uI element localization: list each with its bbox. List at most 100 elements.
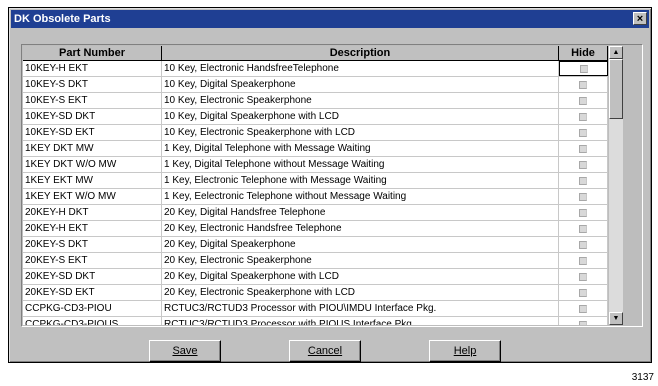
table-row[interactable]: 1KEY DKT MW 1 Key, Digital Telephone with… (23, 141, 608, 157)
table-row[interactable]: 10KEY-SD DKT 10 Key, Digital Speakerphone… (23, 109, 608, 125)
part-number-cell: 1KEY DKT W/O MW (23, 157, 162, 172)
table-row[interactable]: 10KEY-SD EKT 10 Key, Electronic Speakerph… (23, 125, 608, 141)
hide-checkbox[interactable] (579, 144, 587, 153)
table-row[interactable]: 10KEY-S DKT 10 Key, Digital Speakerphone (23, 77, 608, 93)
description-cell: 20 Key, Electronic Handsfree Telephone (162, 221, 559, 236)
table-row[interactable]: 20KEY-S EKT 20 Key, Electronic Speakerpho… (23, 253, 608, 269)
hide-checkbox[interactable] (579, 256, 587, 265)
hide-checkbox[interactable] (579, 320, 587, 325)
hide-cell (559, 269, 608, 284)
column-header-part-number[interactable]: Part Number (23, 46, 162, 60)
parts-grid-frame: Part Number Description Hide 10KEY-H EKT… (21, 44, 643, 327)
hide-cell (559, 141, 608, 156)
hide-checkbox[interactable] (579, 176, 587, 185)
hide-cell (559, 221, 608, 236)
part-number-cell: CCPKG-CD3-PIOU (23, 301, 162, 316)
hide-checkbox[interactable] (579, 80, 587, 89)
table-row[interactable]: 1KEY DKT W/O MW 1 Key, Digital Telephone … (23, 157, 608, 173)
hide-checkbox[interactable] (579, 224, 587, 233)
part-number-cell: 20KEY-H EKT (23, 221, 162, 236)
part-number-cell: 1KEY EKT W/O MW (23, 189, 162, 204)
description-cell: 10 Key, Electronic Speakerphone with LCD (162, 125, 559, 140)
table-row[interactable]: 10KEY-S EKT 10 Key, Electronic Speakerpho… (23, 93, 608, 109)
table-row[interactable]: CCPKG-CD3-PIOU RCTUC3/RCTUD3 Processor wi… (23, 301, 608, 317)
hide-cell (559, 109, 608, 124)
description-cell: 10 Key, Electronic Speakerphone (162, 93, 559, 108)
part-number-cell: 1KEY EKT MW (23, 173, 162, 188)
part-number-cell: 20KEY-H DKT (23, 205, 162, 220)
part-number-cell: CCPKG-CD3-PIOUS (23, 317, 162, 325)
window-title: DK Obsolete Parts (14, 13, 111, 25)
save-button[interactable]: Save (149, 340, 221, 362)
description-cell: 20 Key, Digital Speakerphone (162, 237, 559, 252)
dk-obsolete-parts-dialog: DK Obsolete Parts × Part Number Descript… (8, 7, 652, 363)
hide-checkbox[interactable] (579, 96, 587, 105)
part-number-cell: 10KEY-SD DKT (23, 109, 162, 124)
table-row[interactable]: 1KEY EKT MW 1 Key, Electronic Telephone w… (23, 173, 608, 189)
column-header-hide[interactable]: Hide (559, 46, 608, 60)
description-cell: 10 Key, Digital Speakerphone with LCD (162, 109, 559, 124)
table-row[interactable]: 20KEY-SD EKT 20 Key, Electronic Speakerph… (23, 285, 608, 301)
hide-cell (559, 93, 608, 108)
vertical-scrollbar[interactable]: ▲ ▼ (609, 46, 623, 325)
table-row[interactable]: 20KEY-H DKT 20 Key, Digital Handsfree Tel… (23, 205, 608, 221)
part-number-cell: 10KEY-S EKT (23, 93, 162, 108)
hide-cell (559, 285, 608, 300)
part-number-cell: 20KEY-S EKT (23, 253, 162, 268)
part-number-cell: 20KEY-SD EKT (23, 285, 162, 300)
hide-cell (559, 173, 608, 188)
help-button-label: Help (453, 345, 477, 357)
hide-cell (559, 205, 608, 220)
table-row[interactable]: 20KEY-SD DKT 20 Key, Digital Speakerphone… (23, 269, 608, 285)
hide-checkbox[interactable] (579, 128, 587, 137)
part-number-cell: 10KEY-S DKT (23, 77, 162, 92)
hide-cell (559, 125, 608, 140)
save-button-label: Save (172, 345, 198, 357)
hide-checkbox[interactable] (579, 192, 587, 201)
grid-body: 10KEY-H EKT 10 Key, Electronic HandsfreeT… (23, 61, 608, 325)
hide-cell (559, 317, 608, 325)
description-cell: 1 Key, Digital Telephone with Message Wa… (162, 141, 559, 156)
hide-checkbox[interactable] (579, 304, 587, 313)
table-row[interactable]: 10KEY-H EKT 10 Key, Electronic HandsfreeT… (23, 61, 608, 77)
figure-number: 3137 (631, 372, 654, 383)
hide-checkbox[interactable] (579, 64, 588, 73)
description-cell: 10 Key, Digital Speakerphone (162, 77, 559, 92)
scroll-down-icon[interactable]: ▼ (609, 312, 623, 325)
description-cell: 1 Key, Eelectronic Telephone without Mes… (162, 189, 559, 204)
hide-checkbox[interactable] (579, 112, 587, 121)
description-cell: 20 Key, Electronic Speakerphone with LCD (162, 285, 559, 300)
cancel-button[interactable]: Cancel (289, 340, 361, 362)
title-bar: DK Obsolete Parts × (11, 10, 649, 28)
description-cell: 1 Key, Electronic Telephone with Message… (162, 173, 559, 188)
hide-checkbox[interactable] (579, 288, 587, 297)
scroll-up-icon[interactable]: ▲ (609, 46, 623, 59)
part-number-cell: 20KEY-S DKT (23, 237, 162, 252)
hide-cell (559, 77, 608, 92)
table-row[interactable]: 1KEY EKT W/O MW 1 Key, Eelectronic Teleph… (23, 189, 608, 205)
part-number-cell: 10KEY-H EKT (23, 61, 162, 76)
scroll-thumb[interactable] (609, 59, 623, 119)
hide-checkbox[interactable] (579, 160, 587, 169)
description-cell: 1 Key, Digital Telephone without Message… (162, 157, 559, 172)
table-row[interactable]: 20KEY-S DKT 20 Key, Digital Speakerphone (23, 237, 608, 253)
table-row[interactable]: 20KEY-H EKT 20 Key, Electronic Handsfree … (23, 221, 608, 237)
hide-cell (559, 301, 608, 316)
hide-checkbox[interactable] (579, 240, 587, 249)
hide-cell (559, 237, 608, 252)
part-number-cell: 10KEY-SD EKT (23, 125, 162, 140)
description-cell: 20 Key, Digital Handsfree Telephone (162, 205, 559, 220)
grid-header: Part Number Description Hide (23, 46, 608, 61)
close-icon[interactable]: × (633, 12, 647, 25)
description-cell: 10 Key, Electronic HandsfreeTelephone (162, 61, 559, 76)
hide-cell (559, 253, 608, 268)
column-header-description[interactable]: Description (162, 46, 559, 60)
help-button[interactable]: Help (429, 340, 501, 362)
table-row[interactable]: CCPKG-CD3-PIOUS RCTUC3/RCTUD3 Processor w… (23, 317, 608, 325)
part-number-cell: 20KEY-SD DKT (23, 269, 162, 284)
hide-cell (559, 61, 608, 76)
hide-checkbox[interactable] (579, 272, 587, 281)
part-number-cell: 1KEY DKT MW (23, 141, 162, 156)
description-cell: RCTUC3/RCTUD3 Processor with PIOUS Inter… (162, 317, 559, 325)
hide-checkbox[interactable] (579, 208, 587, 217)
